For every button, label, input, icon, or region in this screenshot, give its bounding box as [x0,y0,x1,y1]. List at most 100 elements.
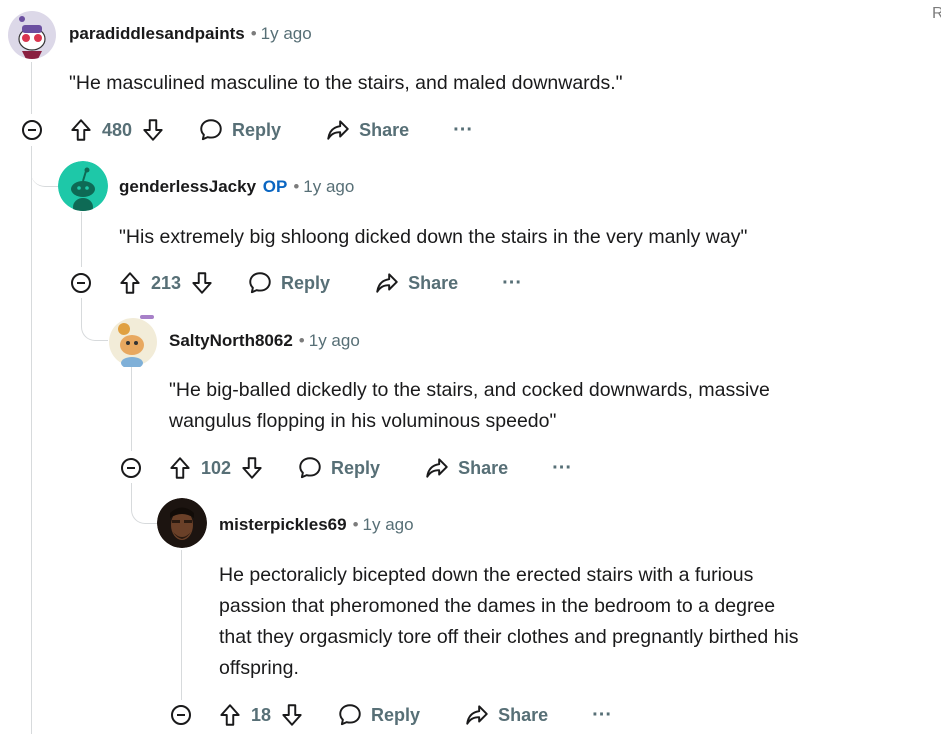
share-button[interactable]: Share [374,267,458,299]
thread-line-1[interactable] [31,62,32,114]
share-button[interactable]: Share [424,452,508,484]
upvote-icon [120,272,140,294]
user-avatar-icon [8,11,56,59]
thread-line-3[interactable] [131,366,132,451]
thread-branch-3 [81,298,108,341]
avatar[interactable] [157,498,207,548]
separator-dot: • [293,177,300,196]
more-options-button[interactable]: ··· [592,699,612,731]
vote-count: 18 [251,704,272,725]
upvote-button[interactable] [167,452,193,484]
avatar[interactable] [8,11,56,59]
op-badge: OP [262,177,288,196]
vote-count: 213 [151,272,182,293]
corner-text: R [932,5,941,22]
downvote-icon [143,119,163,141]
separator-dot: • [250,24,257,43]
more-options-button[interactable]: ··· [453,114,473,146]
collapse-button[interactable] [71,273,91,293]
comment-body: "His extremely big shloong dicked down t… [119,222,747,253]
user-avatar-icon [109,315,157,369]
downvote-button[interactable] [189,267,215,299]
thread-line-2[interactable] [81,212,82,267]
downvote-button[interactable] [239,452,265,484]
comment-body-line: He pectoralicly bicepted down the erecte… [219,564,754,586]
vote-count: 480 [102,119,133,140]
author-name[interactable]: genderlessJacky [119,177,256,196]
action-bar: 480 Reply Share ··· [68,114,473,146]
collapse-button[interactable] [171,705,191,725]
vote-count: 102 [201,457,232,478]
timestamp[interactable]: 1y ago [363,515,414,534]
comment-body-line: "His extremely big shloong dicked down t… [119,226,748,248]
reply-button[interactable]: Reply [297,452,380,484]
reply-button[interactable]: Reply [247,267,330,299]
author-name[interactable]: paradiddlesandpaints [69,24,245,43]
downvote-button[interactable] [279,699,305,731]
share-button[interactable]: Share [325,114,409,146]
comment-body-line: wangulus flopping in his voluminous spee… [169,410,557,432]
author-name[interactable]: misterpickles69 [219,515,347,534]
share-arrow-icon [376,273,398,293]
share-arrow-icon [426,458,448,478]
share-label: Share [458,457,509,478]
timestamp[interactable]: 1y ago [303,177,354,196]
reply-label: Reply [281,272,331,293]
share-label: Share [498,704,549,725]
reply-label: Reply [331,457,381,478]
upvote-button[interactable] [68,114,94,146]
downvote-icon [192,272,212,294]
timestamp[interactable]: 1y ago [261,24,312,43]
author-name[interactable]: SaltyNorth8062 [169,331,293,350]
comment-body: "He big-balled dickedly to the stairs, a… [169,375,770,437]
comment-body-line: that they orgasmicly tore off their clot… [219,626,799,648]
user-avatar-icon [157,498,207,548]
comment-bubble-icon [249,272,271,294]
comment-bubble-icon [299,457,321,479]
upvote-icon [170,457,190,479]
more-options-icon: ··· [502,272,523,294]
comment-body-line: "He big-balled dickedly to the stairs, a… [169,379,770,401]
reply-button[interactable]: Reply [337,699,420,731]
thread-branch-2 [31,146,59,187]
separator-dot: • [298,331,305,350]
timestamp[interactable]: 1y ago [309,331,360,350]
user-avatar-icon [58,161,108,211]
more-options-icon: ··· [453,119,474,141]
downvote-button[interactable] [140,114,166,146]
comment-bubble-icon [200,119,222,141]
downvote-icon [282,704,302,726]
comment-body-line: passion that pheromoned the dames in the… [219,595,776,617]
share-arrow-icon [466,705,488,725]
upvote-icon [220,704,240,726]
action-bar: 102 Reply Share ··· [167,452,572,484]
comment-body-line: "He masculined masculine to the stairs, … [69,72,623,94]
comment-body: He pectoralicly bicepted down the erecte… [219,560,799,684]
comment-header: misterpickles69 • 1y ago [219,515,414,535]
upvote-button[interactable] [217,699,243,731]
comment-header: SaltyNorth8062 • 1y ago [169,331,360,351]
share-button[interactable]: Share [464,699,548,731]
avatar[interactable] [58,161,108,211]
thread-line-1b[interactable] [31,146,32,734]
upvote-icon [71,119,91,141]
separator-dot: • [352,515,359,534]
upvote-button[interactable] [117,267,143,299]
thread-line-4[interactable] [181,550,182,700]
avatar[interactable] [108,315,158,369]
comment-header: paradiddlesandpaints • 1y ago [69,24,312,44]
downvote-icon [242,457,262,479]
reply-label: Reply [232,119,282,140]
more-options-button[interactable]: ··· [502,267,522,299]
comment-body-line: offspring. [219,657,299,679]
collapse-button[interactable] [121,458,141,478]
more-options-button[interactable]: ··· [552,452,572,484]
reply-label: Reply [371,704,421,725]
collapse-button[interactable] [22,120,42,140]
more-options-icon: ··· [592,704,613,726]
reply-button[interactable]: Reply [198,114,281,146]
action-bar: 213 Reply Share ··· [117,267,522,299]
thread-branch-4 [131,483,158,524]
comment-header: genderlessJacky OP • 1y ago [119,177,354,197]
comment-body: "He masculined masculine to the stairs, … [69,68,623,99]
